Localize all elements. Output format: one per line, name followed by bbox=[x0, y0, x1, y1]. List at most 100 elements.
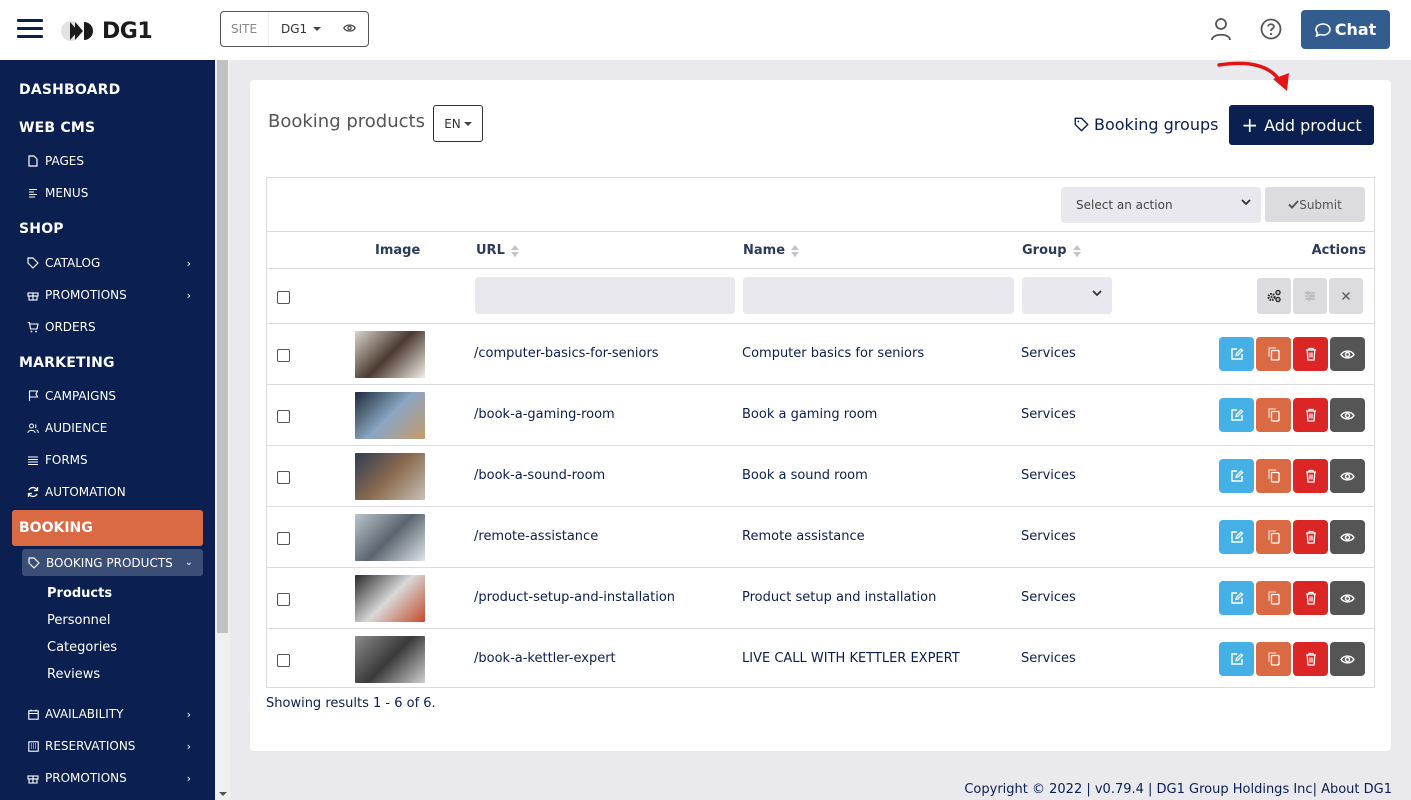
view-button[interactable] bbox=[1330, 581, 1365, 615]
sidebar-section-web-cms[interactable]: WEB CMS bbox=[19, 120, 95, 136]
column-settings-button[interactable] bbox=[1257, 278, 1291, 314]
trash-icon bbox=[1305, 591, 1316, 605]
chevron-right-icon: › bbox=[186, 288, 191, 302]
help-icon[interactable] bbox=[1260, 18, 1282, 44]
sidebar-subitem-products[interactable]: Products bbox=[47, 586, 112, 601]
view-button[interactable] bbox=[1330, 459, 1365, 493]
sidebar-item-orders[interactable]: ORDERS bbox=[26, 315, 201, 339]
sidebar-subitem-categories[interactable]: Categories bbox=[47, 640, 117, 655]
column-header-label: Name bbox=[743, 243, 786, 258]
sidebar-item-pages[interactable]: PAGES bbox=[26, 149, 201, 173]
duplicate-button[interactable] bbox=[1256, 398, 1291, 432]
logo[interactable]: DG1 bbox=[60, 18, 153, 44]
edit-button[interactable] bbox=[1219, 337, 1254, 371]
product-url[interactable]: /remote-assistance bbox=[474, 529, 598, 544]
delete-button[interactable] bbox=[1293, 581, 1328, 615]
sidebar-item-booking-products[interactable]: BOOKING PRODUCTS ⌄ bbox=[22, 549, 203, 576]
sidebar-item-booking-promotions[interactable]: PROMOTIONS › bbox=[26, 766, 201, 790]
sidebar-section-booking[interactable]: BOOKING bbox=[12, 510, 203, 546]
sidebar-item-menus[interactable]: MENUS bbox=[26, 181, 201, 205]
row-checkbox[interactable] bbox=[277, 593, 290, 606]
name-filter-input[interactable] bbox=[743, 277, 1014, 314]
tag-icon bbox=[27, 556, 41, 569]
filter-options-button[interactable] bbox=[1293, 278, 1327, 314]
delete-button[interactable] bbox=[1293, 398, 1328, 432]
row-checkbox[interactable] bbox=[277, 349, 290, 362]
sidebar-item-reservations[interactable]: RESERVATIONS › bbox=[26, 734, 201, 758]
delete-button[interactable] bbox=[1293, 459, 1328, 493]
sidebar-scrollbar-thumb[interactable] bbox=[217, 60, 228, 633]
sidebar-item-promotions[interactable]: PROMOTIONS › bbox=[26, 283, 201, 307]
chevron-down-icon bbox=[1241, 199, 1251, 206]
sidebar-item-campaigns[interactable]: CAMPAIGNS bbox=[26, 384, 201, 408]
site-dropdown[interactable]: DG1 bbox=[281, 22, 322, 36]
sort-icon[interactable] bbox=[1072, 244, 1081, 258]
group-filter-select[interactable] bbox=[1022, 277, 1112, 314]
submit-button[interactable]: Submit bbox=[1265, 187, 1365, 222]
view-button[interactable] bbox=[1330, 520, 1365, 554]
sidebar-subitem-personnel[interactable]: Personnel bbox=[47, 613, 111, 628]
user-icon[interactable] bbox=[1210, 17, 1232, 45]
scroll-down-arrow-icon[interactable] bbox=[219, 792, 227, 796]
clear-filters-button[interactable] bbox=[1329, 278, 1363, 314]
duplicate-button[interactable] bbox=[1256, 337, 1291, 371]
sidebar-item-automation[interactable]: AUTOMATION bbox=[26, 480, 201, 504]
column-header-group[interactable]: Group bbox=[1022, 243, 1081, 258]
select-all-checkbox[interactable] bbox=[277, 291, 290, 304]
product-url[interactable]: /book-a-kettler-expert bbox=[474, 651, 616, 666]
sidebar-section-marketing[interactable]: MARKETING bbox=[19, 355, 115, 371]
delete-button[interactable] bbox=[1293, 642, 1328, 676]
bulk-action-select[interactable]: Select an action bbox=[1061, 187, 1261, 223]
column-header-image: Image bbox=[375, 243, 420, 258]
product-url[interactable]: /book-a-gaming-room bbox=[474, 407, 615, 422]
view-button[interactable] bbox=[1330, 337, 1365, 371]
booking-groups-link[interactable]: Booking groups bbox=[1074, 115, 1218, 134]
edit-button[interactable] bbox=[1219, 459, 1254, 493]
sort-icon[interactable] bbox=[791, 244, 800, 258]
sidebar-item-label: PAGES bbox=[45, 154, 84, 168]
users-icon bbox=[26, 423, 40, 434]
url-filter-input[interactable] bbox=[475, 277, 735, 314]
eye-icon[interactable] bbox=[343, 22, 357, 36]
file-icon bbox=[26, 155, 40, 167]
booking-groups-label: Booking groups bbox=[1094, 115, 1219, 134]
edit-button[interactable] bbox=[1219, 520, 1254, 554]
row-checkbox[interactable] bbox=[277, 471, 290, 484]
delete-button[interactable] bbox=[1293, 520, 1328, 554]
duplicate-button[interactable] bbox=[1256, 520, 1291, 554]
sidebar-item-audience[interactable]: AUDIENCE bbox=[26, 416, 201, 440]
sort-icon[interactable] bbox=[510, 244, 519, 258]
row-checkbox[interactable] bbox=[277, 410, 290, 423]
edit-button[interactable] bbox=[1219, 398, 1254, 432]
sidebar-item-catalog[interactable]: CATALOG › bbox=[26, 251, 201, 275]
chat-button[interactable]: Chat bbox=[1301, 10, 1390, 49]
sidebar-item-availability[interactable]: AVAILABILITY › bbox=[26, 702, 201, 726]
column-header-label: Actions bbox=[1311, 243, 1366, 258]
product-url[interactable]: /computer-basics-for-seniors bbox=[474, 346, 659, 361]
sidebar-section-dashboard[interactable]: DASHBOARD bbox=[19, 82, 121, 98]
column-header-name[interactable]: Name bbox=[743, 243, 800, 258]
duplicate-button[interactable] bbox=[1256, 581, 1291, 615]
hamburger-menu-icon[interactable] bbox=[17, 19, 43, 39]
column-header-url[interactable]: URL bbox=[476, 243, 519, 258]
row-checkbox[interactable] bbox=[277, 532, 290, 545]
row-checkbox[interactable] bbox=[277, 654, 290, 667]
sidebar-section-shop[interactable]: SHOP bbox=[19, 221, 64, 237]
sidebar-item-forms[interactable]: FORMS bbox=[26, 448, 201, 472]
product-url[interactable]: /product-setup-and-installation bbox=[474, 590, 675, 605]
view-button[interactable] bbox=[1330, 398, 1365, 432]
site-picker[interactable]: SITE DG1 bbox=[220, 11, 369, 47]
duplicate-button[interactable] bbox=[1256, 459, 1291, 493]
edit-button[interactable] bbox=[1219, 642, 1254, 676]
add-product-button[interactable]: + Add product bbox=[1229, 105, 1374, 145]
product-url[interactable]: /book-a-sound-room bbox=[474, 468, 605, 483]
delete-button[interactable] bbox=[1293, 337, 1328, 371]
sidebar-subitem-reviews[interactable]: Reviews bbox=[47, 667, 100, 682]
language-dropdown[interactable]: EN bbox=[433, 105, 483, 142]
sidebar-scrollbar[interactable] bbox=[215, 60, 230, 800]
copy-icon bbox=[1267, 469, 1280, 483]
edit-button[interactable] bbox=[1219, 581, 1254, 615]
duplicate-button[interactable] bbox=[1256, 642, 1291, 676]
view-button[interactable] bbox=[1330, 642, 1365, 676]
chevron-right-icon: › bbox=[186, 707, 191, 721]
